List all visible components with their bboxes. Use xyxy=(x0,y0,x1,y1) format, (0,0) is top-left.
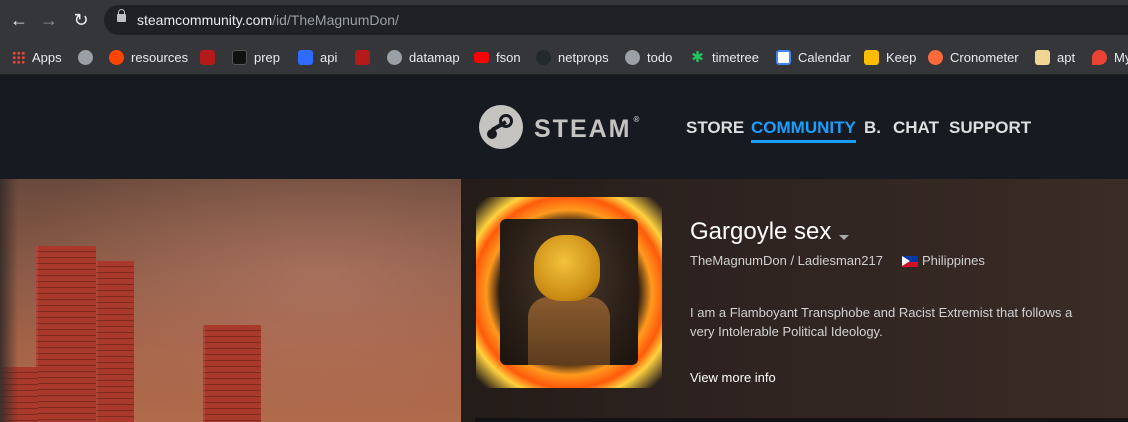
bookmark-label: datamap xyxy=(409,49,460,65)
bookmark-label: Apps xyxy=(32,49,62,65)
globe-icon xyxy=(387,49,402,65)
profile-avatar[interactable] xyxy=(476,197,662,388)
calendar-icon xyxy=(776,49,791,65)
bookmark-prep[interactable]: prep xyxy=(232,40,280,74)
bookmark-calendar[interactable]: Calendar xyxy=(776,40,851,74)
philippines-flag-icon xyxy=(902,256,918,267)
youtube-icon xyxy=(474,51,489,63)
bookmark-label: netprops xyxy=(558,49,609,65)
bookmark-apps[interactable]: Apps xyxy=(12,40,62,74)
forward-arrow-icon[interactable]: → xyxy=(38,9,60,31)
bookmark-cronometer[interactable]: Cronometer xyxy=(928,40,1019,74)
reload-icon[interactable]: ↻ xyxy=(70,9,92,31)
nav-support[interactable]: SUPPORT xyxy=(949,118,1031,138)
bookmark-label: prep xyxy=(254,49,281,65)
bookmark-label: fson xyxy=(496,49,521,65)
bookmark-fson[interactable]: fson xyxy=(474,40,521,74)
bookmark-label: resources xyxy=(131,49,189,65)
logo-registered-mark: ® xyxy=(633,115,640,124)
lock-icon xyxy=(117,9,126,22)
bookmark-label: apt xyxy=(1057,49,1076,65)
back-arrow-icon[interactable]: ← xyxy=(8,9,30,31)
bookmark-timetree[interactable]: ✱ timetree xyxy=(690,40,759,74)
nav-b[interactable]: B. xyxy=(864,118,881,138)
prep-icon xyxy=(232,49,247,65)
cronometer-icon xyxy=(928,49,943,65)
bookmark-netprops[interactable]: netprops xyxy=(536,40,609,74)
profile-aliases: TheMagnumDon / Ladiesman217 xyxy=(690,253,883,268)
bookmark-todo[interactable]: todo xyxy=(625,40,672,74)
address-bar[interactable]: steamcommunity.com/id/TheMagnumDon/ xyxy=(104,5,1128,35)
timetree-icon: ✱ xyxy=(691,48,704,66)
globe-icon xyxy=(625,49,640,65)
bookmark-datamap[interactable]: datamap xyxy=(387,40,460,74)
bookmark-red-2[interactable] xyxy=(355,40,377,74)
profile-country: Philippines xyxy=(922,253,985,268)
bookmark-label: timetree xyxy=(712,49,759,65)
nav-store[interactable]: STORE xyxy=(686,118,744,138)
url-path: /id/TheMagnumDon/ xyxy=(272,12,399,28)
steam-logo-icon[interactable] xyxy=(479,105,523,149)
reddit-icon xyxy=(109,49,124,65)
maps-icon xyxy=(1092,49,1107,65)
bookmark-resources[interactable]: resources xyxy=(109,40,188,74)
bookmark-red-1[interactable] xyxy=(200,40,222,74)
nav-community[interactable]: COMMUNITY xyxy=(751,118,856,143)
bookmark-label: Calendar xyxy=(798,49,851,65)
profile-summary: I am a Flamboyant Transphobe and Racist … xyxy=(690,305,1073,339)
bookmark-red-icon xyxy=(355,49,370,65)
globe-icon xyxy=(78,49,93,65)
logo-wordmark: STEAM xyxy=(534,115,632,143)
api-icon xyxy=(298,49,313,65)
profile-name: Gargoyle sex xyxy=(690,218,832,245)
bookmark-my[interactable]: My xyxy=(1092,40,1128,74)
bookmark-label: Keep xyxy=(886,49,917,65)
bookmark-apt[interactable]: apt xyxy=(1035,40,1075,74)
chevron-down-icon[interactable] xyxy=(839,235,849,240)
bookmark-label: Cronometer xyxy=(950,49,1019,65)
bookmark-globe-1[interactable] xyxy=(78,40,100,74)
avatar-image xyxy=(500,219,638,365)
browser-toolbar: ← → ↻ steamcommunity.com/id/TheMagnumDon… xyxy=(0,0,1128,40)
bookmark-keep[interactable]: Keep xyxy=(864,40,916,74)
bookmark-red-icon xyxy=(200,49,215,65)
profile-background-image xyxy=(0,179,461,422)
github-icon xyxy=(536,49,551,65)
apps-grid-icon xyxy=(12,50,25,64)
url-text[interactable]: steamcommunity.com/id/TheMagnumDon/ xyxy=(137,12,399,28)
keep-icon xyxy=(864,49,879,65)
bookmark-label: api xyxy=(320,49,338,65)
folder-icon xyxy=(1035,49,1050,65)
bookmark-api[interactable]: api xyxy=(298,40,337,74)
bookmark-label: todo xyxy=(647,49,673,65)
nav-chat[interactable]: CHAT xyxy=(893,118,939,138)
steam-logo-text[interactable]: STEAM ® xyxy=(534,115,639,144)
bookmark-label: My xyxy=(1114,49,1128,65)
url-host: steamcommunity.com xyxy=(137,12,273,28)
view-more-info-link[interactable]: View more info xyxy=(690,370,776,385)
bookmarks-bar: Apps resources prep api datamap fson net… xyxy=(0,40,1128,75)
